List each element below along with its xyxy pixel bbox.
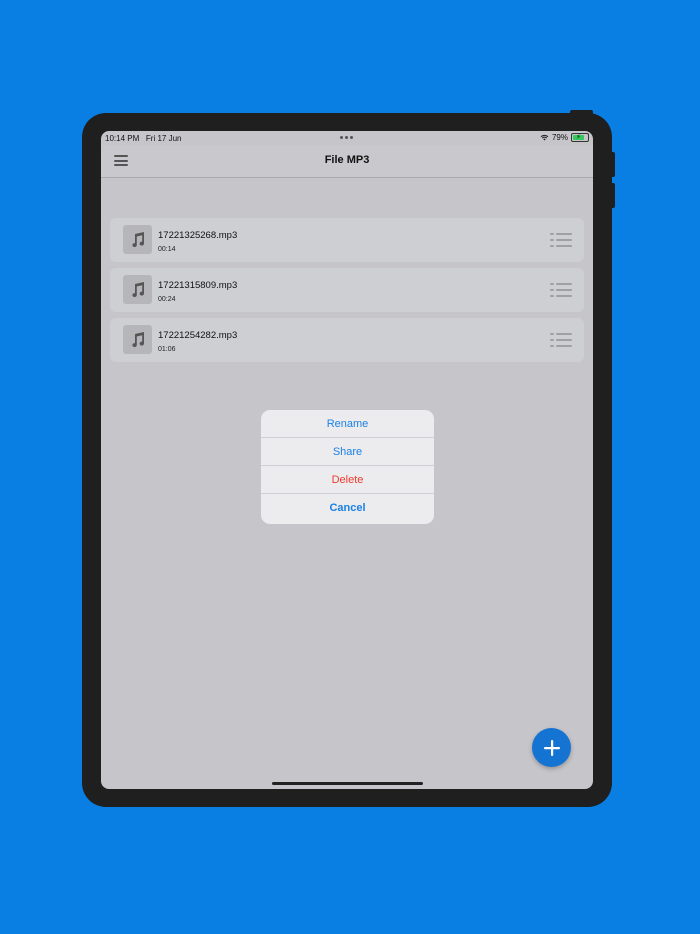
list-item[interactable]: 17221254282.mp3 01:06 — [110, 318, 584, 362]
file-duration: 00:24 — [158, 296, 176, 303]
list-options-icon[interactable] — [550, 283, 572, 298]
file-list: 17221325268.mp3 00:14 17221315809.mp3 00… — [110, 218, 584, 368]
list-options-icon[interactable] — [550, 333, 572, 348]
file-duration: 01:06 — [158, 346, 176, 353]
delete-button[interactable]: Delete — [261, 466, 434, 494]
status-bar: 10:14 PM Fri 17 Jun 79% ⚡ — [101, 131, 593, 145]
file-duration: 00:14 — [158, 246, 176, 253]
status-time-date: 10:14 PM Fri 17 Jun — [105, 134, 182, 143]
action-sheet: Rename Share Delete Cancel — [261, 410, 434, 524]
music-note-icon — [123, 325, 152, 354]
cancel-button[interactable]: Cancel — [261, 494, 434, 524]
status-right: 79% ⚡ — [540, 133, 589, 142]
home-indicator[interactable] — [272, 782, 423, 785]
file-name: 17221315809.mp3 — [158, 280, 238, 291]
battery-percent: 79% — [551, 133, 568, 142]
list-item[interactable]: 17221315809.mp3 00:24 — [110, 268, 584, 312]
rename-button[interactable]: Rename — [261, 410, 434, 438]
nav-bar: File MP3 — [101, 145, 593, 178]
list-options-icon[interactable] — [550, 233, 572, 248]
app-screen: 10:14 PM Fri 17 Jun 79% ⚡ File MP3 17221… — [101, 131, 593, 789]
plus-icon — [543, 739, 560, 756]
list-item[interactable]: 17221325268.mp3 00:14 — [110, 218, 584, 262]
share-button[interactable]: Share — [261, 438, 434, 466]
file-name: 17221325268.mp3 — [158, 230, 238, 241]
music-note-icon — [123, 275, 152, 304]
add-file-button[interactable] — [532, 728, 571, 767]
file-name: 17221254282.mp3 — [158, 330, 238, 341]
page-title: File MP3 — [324, 154, 370, 166]
multitasking-dots-icon[interactable] — [340, 136, 353, 139]
music-note-icon — [123, 225, 152, 254]
status-date: Fri 17 Jun — [145, 134, 182, 143]
status-time: 10:14 PM — [105, 134, 140, 143]
wifi-icon — [540, 134, 549, 141]
battery-charging-icon: ⚡ — [571, 133, 589, 142]
